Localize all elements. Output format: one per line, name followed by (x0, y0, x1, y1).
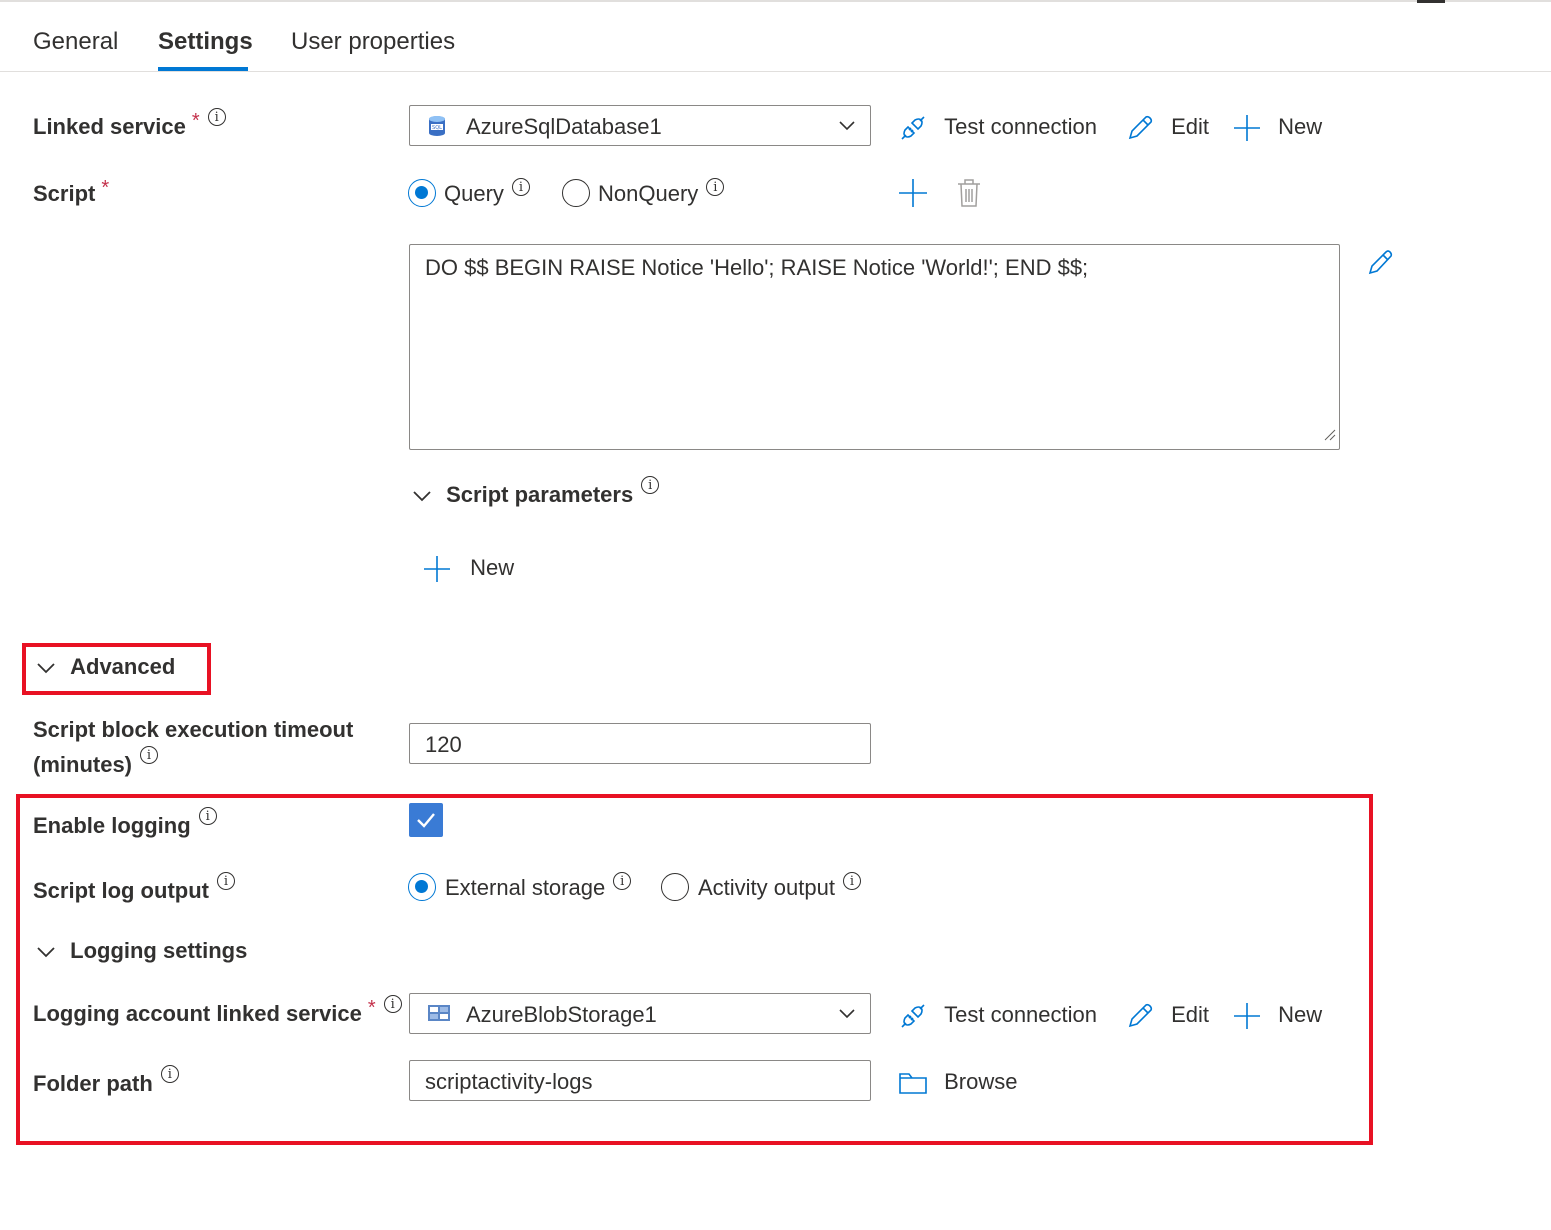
sql-database-icon: SQL (428, 115, 446, 142)
logging-account-dropdown[interactable]: AzureBlobStorage1 (409, 993, 871, 1034)
pencil-icon (1125, 1002, 1161, 1028)
plus-icon (422, 555, 458, 583)
required-marker: * (367, 997, 376, 1019)
logging-edit-button[interactable]: Edit (1125, 1000, 1209, 1031)
nonquery-radio-label: NonQuery i (598, 178, 725, 208)
info-icon[interactable]: i (207, 108, 226, 126)
timeout-label: Script block execution timeout (minutes)… (33, 717, 354, 777)
info-icon[interactable]: i (383, 995, 402, 1013)
edit-linked-service-button[interactable]: Edit (1125, 112, 1209, 143)
new-linked-service-button[interactable]: New (1232, 112, 1322, 143)
info-icon[interactable]: i (140, 746, 158, 764)
edit-label: Edit (1171, 114, 1210, 139)
info-icon[interactable]: i (613, 872, 632, 890)
info-icon[interactable]: i (842, 872, 861, 890)
chevron-down-icon (36, 938, 62, 963)
required-marker: * (101, 177, 110, 199)
script-text: DO $$ BEGIN RAISE Notice 'Hello'; RAISE … (425, 255, 1089, 280)
plus-icon (1232, 114, 1268, 142)
info-icon[interactable]: i (511, 178, 530, 196)
pencil-icon (1367, 250, 1397, 280)
linked-service-label: Linked service * i (33, 108, 226, 142)
query-radio[interactable] (408, 179, 436, 207)
chevron-down-icon (838, 118, 856, 136)
plug-icon (898, 1002, 934, 1028)
tabs-divider (0, 71, 1551, 72)
add-script-button[interactable] (897, 177, 929, 214)
folder-path-label: Folder path i (33, 1065, 179, 1099)
timeout-value: 120 (425, 732, 462, 757)
top-border (0, 0, 1551, 2)
activity-output-radio-label: Activity output i (698, 872, 861, 902)
browse-label: Browse (944, 1069, 1018, 1094)
script-log-output-label: Script log output i (33, 872, 235, 906)
advanced-toggle[interactable]: Advanced (36, 652, 175, 682)
plus-icon (897, 179, 929, 213)
script-parameters-header: Script parameters (446, 482, 634, 507)
test-connection-button[interactable]: Test connection (898, 112, 1097, 143)
plus-icon (1232, 1002, 1268, 1030)
logging-account-label: Logging account linked service * i (33, 995, 402, 1029)
browse-button[interactable]: Browse (898, 1067, 1017, 1097)
checkmark-icon (409, 813, 443, 841)
folder-path-input[interactable]: scriptactivity-logs (409, 1060, 871, 1101)
folder-icon (898, 1069, 934, 1094)
chevron-down-icon (412, 482, 438, 507)
logging-test-connection-button[interactable]: Test connection (898, 1000, 1097, 1031)
top-edge-marker (1417, 0, 1445, 3)
edit-script-button[interactable] (1367, 246, 1397, 281)
script-parameters-toggle[interactable]: Script parameters i (412, 476, 660, 510)
folder-path-value: scriptactivity-logs (425, 1069, 593, 1094)
activity-output-radio[interactable] (661, 873, 689, 901)
new-label: New (1278, 1002, 1323, 1027)
enable-logging-label: Enable logging i (33, 807, 217, 841)
info-icon[interactable]: i (160, 1065, 179, 1083)
info-icon[interactable]: i (198, 807, 217, 825)
test-connection-label: Test connection (944, 114, 1097, 139)
required-marker: * (191, 110, 200, 132)
info-icon[interactable]: i (641, 476, 660, 494)
query-radio-label: Query i (444, 178, 530, 208)
chevron-down-icon (36, 654, 62, 679)
new-script-parameter-button[interactable]: New (422, 553, 514, 584)
new-label: New (470, 555, 515, 580)
nonquery-radio[interactable] (562, 179, 590, 207)
external-storage-radio[interactable] (408, 873, 436, 901)
new-label: New (1278, 114, 1323, 139)
script-label: Script * (33, 177, 110, 206)
resize-handle-icon[interactable] (1324, 428, 1336, 446)
timeout-input[interactable]: 120 (409, 723, 871, 764)
tab-general[interactable]: General (33, 26, 118, 58)
trash-icon (955, 179, 983, 213)
svg-text:SQL: SQL (432, 125, 442, 131)
pencil-icon (1125, 114, 1161, 140)
advanced-header: Advanced (70, 654, 176, 679)
linked-service-dropdown[interactable]: SQL AzureSqlDatabase1 (409, 105, 871, 146)
tab-user-properties[interactable]: User properties (291, 26, 455, 58)
tab-settings[interactable]: Settings (158, 26, 253, 58)
logging-account-value: AzureBlobStorage1 (466, 1002, 657, 1027)
logging-settings-header: Logging settings (70, 938, 248, 963)
external-storage-radio-label: External storage i (445, 872, 632, 902)
test-connection-label: Test connection (944, 1002, 1097, 1027)
info-icon[interactable]: i (706, 178, 725, 196)
plug-icon (898, 114, 934, 140)
logging-new-button[interactable]: New (1232, 1000, 1322, 1031)
logging-settings-toggle[interactable]: Logging settings (36, 936, 247, 966)
info-icon[interactable]: i (216, 872, 235, 890)
linked-service-value: AzureSqlDatabase1 (466, 114, 662, 139)
blob-storage-icon (428, 1005, 450, 1026)
delete-script-button[interactable] (955, 177, 983, 214)
script-textarea[interactable]: DO $$ BEGIN RAISE Notice 'Hello'; RAISE … (409, 244, 1340, 450)
edit-label: Edit (1171, 1002, 1210, 1027)
enable-logging-checkbox[interactable] (409, 803, 443, 837)
chevron-down-icon (838, 1006, 856, 1024)
